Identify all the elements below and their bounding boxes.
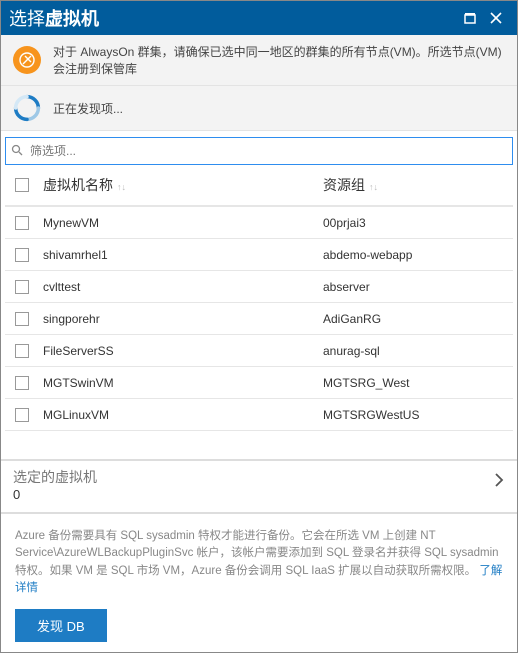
cell-resource-group: 00prjai3 <box>323 216 513 230</box>
table-row[interactable]: shivamrhel1abdemo-webapp <box>5 239 513 271</box>
cell-resource-group: MGTSRG_West <box>323 376 513 390</box>
discover-db-button[interactable]: 发现 DB <box>15 609 107 642</box>
close-icon[interactable] <box>483 5 509 31</box>
row-checkbox[interactable] <box>15 248 29 262</box>
row-checkbox[interactable] <box>15 312 29 326</box>
selected-label: 选定的虚拟机 <box>13 467 97 487</box>
selected-count: 0 <box>13 487 97 502</box>
maximize-icon[interactable] <box>457 5 483 31</box>
row-checkbox[interactable] <box>15 216 29 230</box>
vm-table: 虚拟机名称↑↓ 资源组↑↓ MynewVM00prjai3shivamrhel1… <box>5 165 513 459</box>
title-prefix: 选择 <box>9 9 45 29</box>
cell-vm-name: FileServerSS <box>39 344 323 358</box>
col-header-group[interactable]: 资源组↑↓ <box>323 175 513 195</box>
warning-icon <box>13 46 41 74</box>
cell-vm-name: MGLinuxVM <box>39 408 323 422</box>
cell-vm-name: MynewVM <box>39 216 323 230</box>
cell-resource-group: abdemo-webapp <box>323 248 513 262</box>
table-row[interactable]: MGTSwinVMMGTSRG_West <box>5 367 513 399</box>
footer: Azure 备份需要具有 SQL sysadmin 特权才能进行备份。它会在所选… <box>1 512 517 652</box>
table-row[interactable]: cvlttestabserver <box>5 271 513 303</box>
table-row[interactable]: singporehrAdiGanRG <box>5 303 513 335</box>
search-input-row <box>5 137 513 165</box>
cell-resource-group: MGTSRGWestUS <box>323 408 513 422</box>
info-banner-alwayson: 对于 AlwaysOn 群集，请确保已选中同一地区的群集的所有节点(VM)。所选… <box>1 35 517 86</box>
search-input[interactable] <box>28 140 512 162</box>
cell-resource-group: abserver <box>323 280 513 294</box>
sort-icon: ↑↓ <box>117 182 126 192</box>
title-bold: 虚拟机 <box>45 9 99 29</box>
row-checkbox[interactable] <box>15 344 29 358</box>
info-banner-discovering: 正在发现项... <box>1 86 517 131</box>
cell-vm-name: MGTSwinVM <box>39 376 323 390</box>
sort-icon: ↑↓ <box>369 182 378 192</box>
chevron-right-icon[interactable] <box>493 467 505 495</box>
table-row[interactable]: FileServerSSanurag-sql <box>5 335 513 367</box>
cell-vm-name: singporehr <box>39 312 323 326</box>
table-header: 虚拟机名称↑↓ 资源组↑↓ <box>5 165 513 207</box>
row-checkbox[interactable] <box>15 376 29 390</box>
cell-resource-group: anurag-sql <box>323 344 513 358</box>
footnote: Azure 备份需要具有 SQL sysadmin 特权才能进行备份。它会在所选… <box>15 528 503 597</box>
cell-resource-group: AdiGanRG <box>323 312 513 326</box>
search-icon <box>6 144 28 159</box>
footnote-text: Azure 备份需要具有 SQL sysadmin 特权才能进行备份。它会在所选… <box>15 530 499 577</box>
select-all-checkbox[interactable] <box>15 178 29 192</box>
col-header-name[interactable]: 虚拟机名称↑↓ <box>39 175 323 195</box>
table-row[interactable]: MynewVM00prjai3 <box>5 207 513 239</box>
row-checkbox[interactable] <box>15 408 29 422</box>
info-text-1: 对于 AlwaysOn 群集，请确保已选中同一地区的群集的所有节点(VM)。所选… <box>53 43 505 77</box>
spinner-icon <box>13 94 41 122</box>
cell-vm-name: shivamrhel1 <box>39 248 323 262</box>
row-checkbox[interactable] <box>15 280 29 294</box>
titlebar: 选择虚拟机 <box>1 1 517 35</box>
table-row[interactable]: MGLinuxVMMGTSRGWestUS <box>5 399 513 431</box>
blade-title: 选择虚拟机 <box>9 5 457 31</box>
selected-panel: 选定的虚拟机 0 <box>1 459 517 512</box>
cell-vm-name: cvlttest <box>39 280 323 294</box>
info-text-2: 正在发现项... <box>53 100 123 117</box>
